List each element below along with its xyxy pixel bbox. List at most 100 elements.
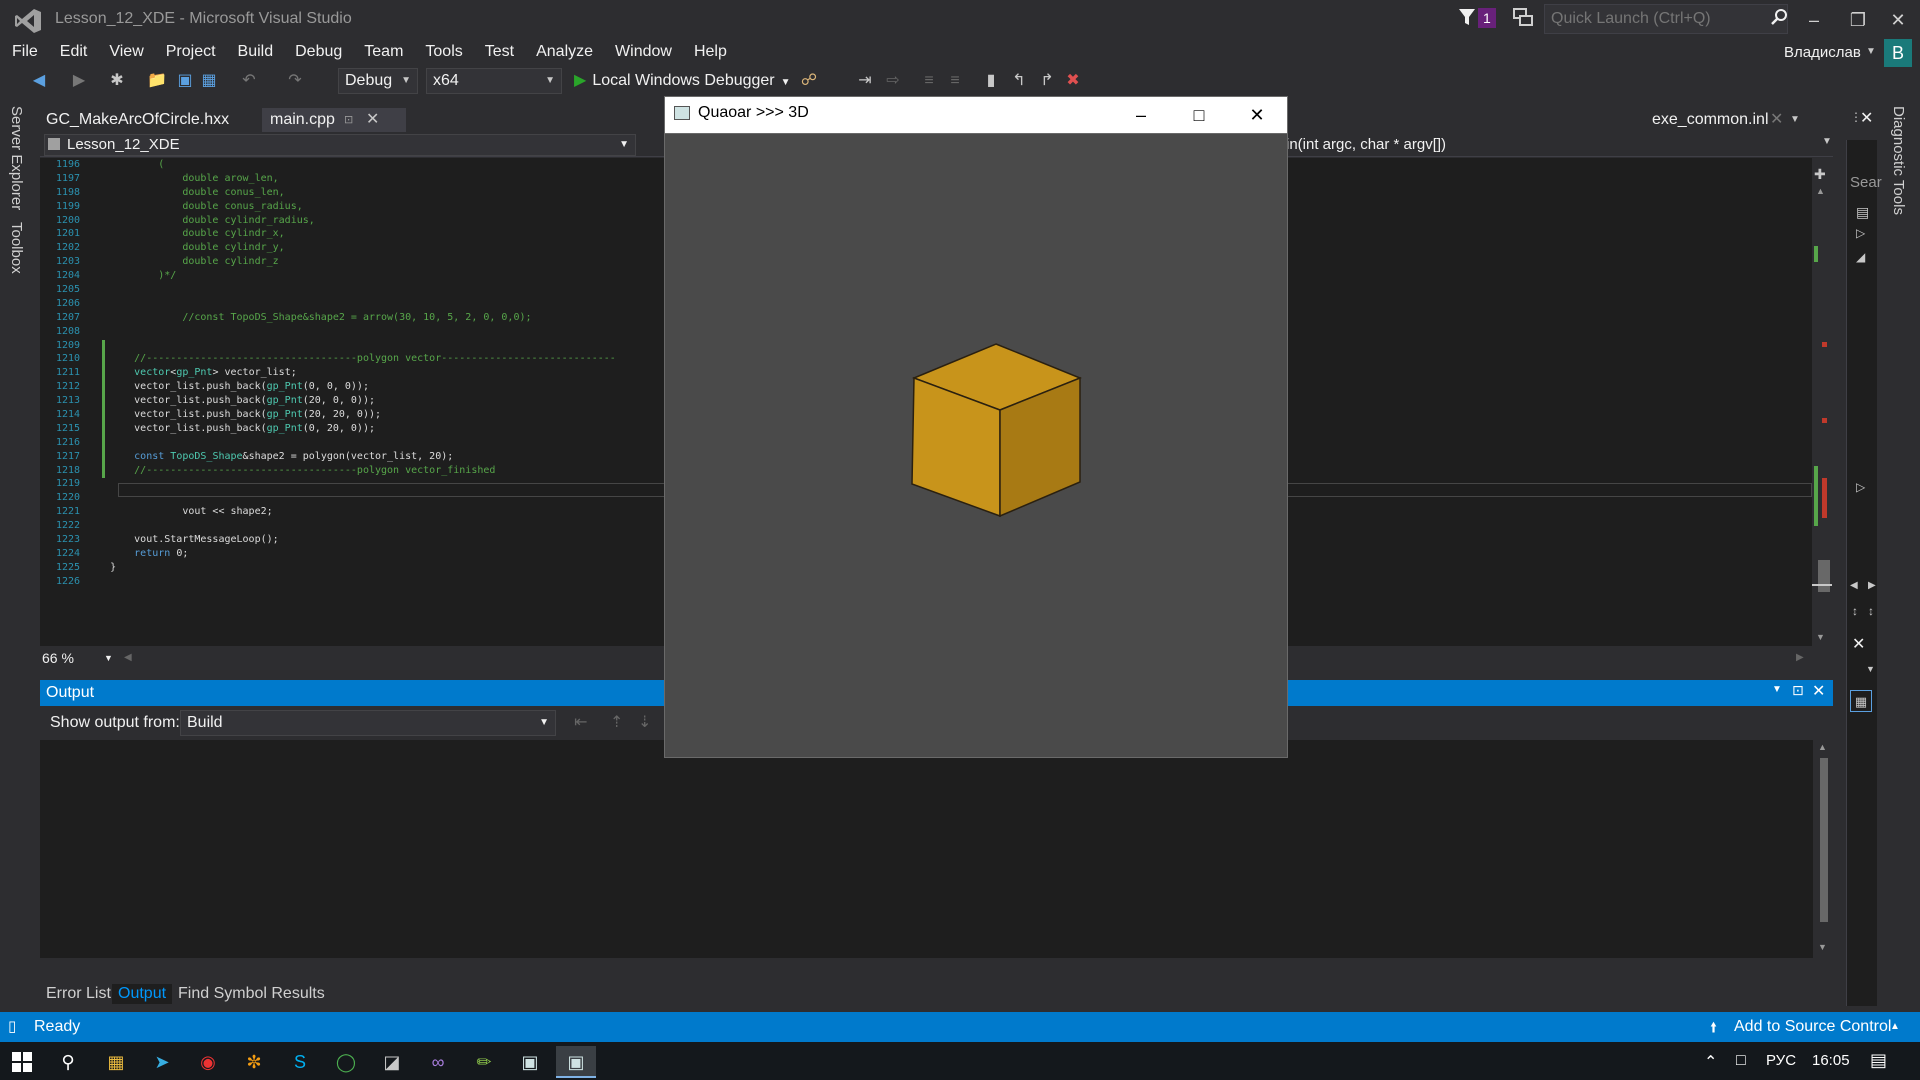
new-project-icon[interactable]: ✱ [106,70,128,92]
next-message-icon[interactable]: ⇣ [638,712,651,732]
tab-gc-makearcofcircle[interactable]: GC_MakeArcOfCircle.hxx [38,108,237,132]
code-line[interactable]: 1226 [56,575,616,589]
notepad-icon[interactable]: ✏ [464,1046,504,1078]
quick-launch-input[interactable] [1544,4,1788,34]
previous-bookmark-icon[interactable]: ↰ [1008,70,1030,92]
code-line[interactable]: 1208 [56,325,616,339]
diagnostic-tools-tab[interactable]: Diagnostic Tools [1890,106,1907,215]
toolbox-tab[interactable]: Toolbox [8,222,25,274]
menu-file[interactable]: File [1,40,49,64]
search-icon[interactable] [1770,8,1788,26]
network-icon[interactable]: □ [1736,1052,1746,1070]
code-line[interactable]: 1214 vector_list.push_back(gp_Pnt(20, 20… [56,408,616,422]
menu-project[interactable]: Project [155,40,227,64]
user-name[interactable]: Владислав [1784,44,1861,61]
next-bookmark-icon[interactable]: ↱ [1036,70,1058,92]
scroll-down-icon[interactable]: ▼ [1818,942,1827,952]
chevron-down-icon[interactable]: ▼ [1866,664,1875,674]
scroll-down-icon[interactable]: ▼ [1816,632,1825,642]
code-line[interactable]: 1197 double arow_len, [56,172,616,186]
visual-studio-taskbar-icon[interactable]: ∞ [418,1046,458,1078]
previous-message-icon[interactable]: ⇡ [610,712,623,732]
code-line[interactable]: 1221 vout << shape2; [56,505,616,519]
pin-icon[interactable]: ⊡ [344,108,353,132]
code-line[interactable]: 1218 //---------------------------------… [56,464,616,478]
app-icon[interactable]: ✼ [234,1046,274,1078]
code-line[interactable]: 1225 } [56,561,616,575]
menu-edit[interactable]: Edit [49,40,99,64]
comment-icon[interactable]: ≡ [918,70,940,92]
clock[interactable]: 16:05 [1812,1052,1850,1069]
expand-icon[interactable]: ▷ [1856,226,1865,240]
code-lines[interactable]: 1196 (1197 double arow_len, 1198 double c… [56,158,616,589]
notifications-filter-icon[interactable] [1458,6,1476,28]
save-icon[interactable]: ▣ [174,70,196,92]
code-line[interactable]: 1207 //const TopoDS_Shape&shape2 = arrow… [56,311,616,325]
minimize-button[interactable]: – [1118,100,1164,130]
close-tab-icon[interactable]: ✕ [366,108,379,132]
3d-cube-shape[interactable] [910,340,1082,520]
skype-icon[interactable]: S [280,1046,320,1078]
expand-panel-icon[interactable]: ▷ [1856,480,1865,494]
chevron-down-icon[interactable]: ▼ [1822,136,1832,147]
find-in-files-icon[interactable]: ☍ [798,70,820,92]
find-message-icon[interactable]: ⇤ [574,712,587,732]
code-line[interactable]: 1223 vout.StartMessageLoop(); [56,533,616,547]
step-icon[interactable]: ⇥ [854,70,876,92]
menu-test[interactable]: Test [474,40,525,64]
diagnostic-search-input[interactable]: Sear [1850,174,1882,191]
redo-icon[interactable]: ↷ [284,70,306,92]
scroll-up-icon[interactable]: ▲ [1816,186,1825,196]
tab-output[interactable]: Output [112,984,173,1004]
select-tools-icon[interactable]: ▤ [1856,204,1869,221]
solution-configuration-select[interactable]: Debug ▼ [338,68,418,94]
save-all-icon[interactable]: ▦ [198,70,220,92]
code-line[interactable]: 1206 [56,297,616,311]
menu-team[interactable]: Team [353,40,414,64]
code-line[interactable]: 1216 [56,436,616,450]
scrollbar-thumb[interactable] [1818,560,1830,592]
code-line[interactable]: 1203 double cylindr_z [56,255,616,269]
notification-count-badge[interactable]: 1 [1478,8,1496,28]
close-button[interactable]: ✕ [1234,100,1280,130]
feedback-icon[interactable] [1512,6,1534,28]
minimize-button[interactable]: – [1796,6,1832,34]
close-panel-icon[interactable]: ✕ [1860,108,1873,128]
yandex-browser-icon[interactable]: ◉ [188,1046,228,1078]
output-window-icon[interactable]: ▯ [8,1012,16,1042]
scroll-right-icon[interactable]: ▶ [1796,652,1804,663]
scroll-left-icon[interactable]: ◀ [124,652,132,663]
bookmark-icon[interactable]: ▮ [980,70,1002,92]
code-line[interactable]: 1200 double cylindr_radius, [56,214,616,228]
code-line[interactable]: 1217 const TopoDS_Shape&shape2 = polygon… [56,450,616,464]
menu-debug[interactable]: Debug [284,40,353,64]
events-view-icon[interactable]: ▦ [1850,690,1872,712]
output-source-select[interactable]: Build ▼ [180,710,556,736]
scroll-right-icon[interactable]: ▶ [1868,580,1876,591]
chevron-up-icon[interactable]: ⌃ [1704,1052,1717,1072]
code-line[interactable]: 1220 [56,491,616,505]
tab-overflow-chevron-icon[interactable]: ▼ [1790,108,1800,132]
menu-analyze[interactable]: Analyze [525,40,604,64]
member-dropdown[interactable]: in(int argc, char * argv[]) [1286,134,1446,156]
app-window-icon[interactable]: ▣ [510,1046,550,1078]
solution-platform-select[interactable]: x64 ▼ [426,68,562,94]
menu-build[interactable]: Build [227,40,285,64]
close-panel-icon[interactable]: ✕ [1812,681,1825,701]
undo-icon[interactable]: ↶ [238,70,260,92]
chrome-icon[interactable]: ◯ [326,1046,366,1078]
tab-error-list[interactable]: Error List [40,984,117,1004]
code-line[interactable]: 1212 vector_list.push_back(gp_Pnt(0, 0, … [56,380,616,394]
tab-exe-common-inl[interactable]: exe_common.inl [1644,108,1777,132]
open-file-icon[interactable]: 📁 [146,70,168,92]
user-menu-chevron-icon[interactable]: ▼ [1866,46,1876,57]
collapse-icon[interactable]: ◢ [1856,250,1865,264]
scroll-up-icon[interactable]: ▲ [1818,742,1827,752]
start-debugger-button[interactable]: ▶ Local Windows Debugger ▼ [574,68,791,94]
zoom-level-select[interactable]: 66 % ▼ [42,650,114,668]
code-line[interactable]: 1222 [56,519,616,533]
close-button[interactable]: ✕ [1880,6,1916,34]
output-horizontal-scrollbar[interactable] [40,960,1813,976]
code-line[interactable]: 1209 [56,339,616,353]
output-text-area[interactable] [40,740,1813,958]
